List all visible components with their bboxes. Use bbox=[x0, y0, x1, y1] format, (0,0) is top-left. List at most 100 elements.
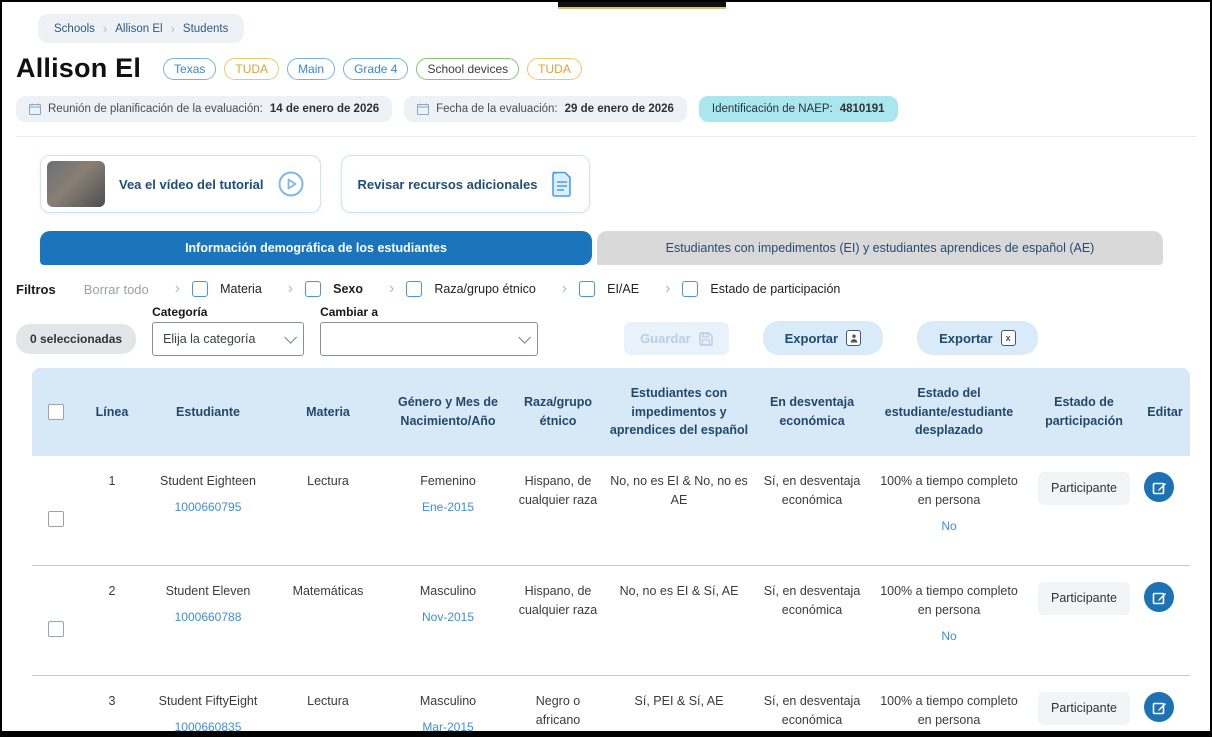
calendar-icon bbox=[29, 103, 41, 115]
category-select[interactable]: Elija la categoría bbox=[152, 322, 305, 356]
edit-icon bbox=[1152, 482, 1166, 494]
sd-ell-status: No, no es EI & Sí, AE bbox=[619, 584, 739, 598]
sd-ell-status: Sí, PEI & Sí, AE bbox=[634, 694, 724, 708]
filter-checkbox[interactable] bbox=[192, 281, 209, 297]
header-student-status: Estado del estudiante/estudiante desplaz… bbox=[884, 385, 1014, 438]
selected-count-badge: 0 seleccionadas bbox=[16, 324, 137, 354]
breadcrumb: Schools › Allison El › Students bbox=[38, 14, 245, 43]
export-excel-icon: x bbox=[1000, 330, 1016, 346]
student-status: 100% a tiempo completo en persona bbox=[880, 474, 1018, 507]
select-all-checkbox[interactable] bbox=[48, 404, 64, 420]
filter-checkbox[interactable] bbox=[682, 281, 699, 297]
header-participation: Estado de participación bbox=[1045, 395, 1123, 428]
chevron-down-icon bbox=[518, 330, 532, 344]
video-thumbnail bbox=[47, 161, 105, 207]
line-number: 3 bbox=[108, 694, 116, 708]
student-name: Student Eighteen bbox=[160, 474, 256, 488]
page-title: Allison El bbox=[16, 53, 142, 83]
student-id-link[interactable]: 1000660795 bbox=[175, 498, 242, 516]
chevron-right-icon: › bbox=[389, 280, 395, 297]
breadcrumb-item[interactable]: Students bbox=[183, 23, 228, 35]
chevron-right-icon: › bbox=[102, 21, 108, 36]
change-to-select[interactable] bbox=[320, 322, 539, 356]
chevron-right-icon: › bbox=[174, 280, 181, 297]
student-name: Student Eleven bbox=[165, 584, 251, 598]
filter-label: Raza/grupo étnico bbox=[434, 282, 536, 296]
race-ethnicity: Hispano, de cualquier raza bbox=[518, 584, 598, 617]
participation-badge: Participante bbox=[1037, 582, 1130, 615]
save-button[interactable]: Guardar bbox=[624, 322, 729, 355]
student-status: 100% a tiempo completo en persona bbox=[880, 584, 1018, 617]
badge: School devices bbox=[416, 57, 520, 80]
export-excel-button[interactable]: Exportar x bbox=[917, 321, 1038, 355]
tutorial-video-label: Vea el vídeo del tutorial bbox=[119, 176, 264, 192]
edit-icon bbox=[1152, 592, 1166, 604]
planning-date-value: 14 de enero de 2026 bbox=[269, 103, 380, 115]
badge: Main bbox=[287, 57, 336, 80]
chevron-right-icon: › bbox=[170, 21, 175, 36]
page: Schools › Allison El › Students Allison El T… bbox=[0, 0, 1212, 737]
birth-date-link[interactable]: Ene-2015 bbox=[422, 498, 474, 516]
calendar-icon bbox=[417, 103, 430, 115]
subject: Lectura bbox=[307, 694, 349, 708]
table-row: 1 Student Eighteen 1000660795 Lectura Fe… bbox=[32, 456, 1190, 566]
gender: Masculino bbox=[419, 584, 477, 598]
planning-date-label: Reunión de planificación de la evaluació… bbox=[48, 103, 263, 115]
filter-items: › Materia › Sexo › Raza/grupo étnico › EI/AE › Es… bbox=[149, 280, 841, 297]
export-pdf-label: Exportar bbox=[784, 330, 839, 346]
student-id-link[interactable]: 1000660835 bbox=[175, 718, 242, 731]
header-edit: Editar bbox=[1147, 404, 1183, 419]
displaced-link[interactable]: No bbox=[941, 517, 956, 535]
badge-list: Texas TUDA Main Grade 4 School devices TUDA bbox=[163, 57, 582, 80]
breadcrumb-item[interactable]: Schools bbox=[54, 23, 95, 35]
row-checkbox[interactable] bbox=[48, 510, 64, 527]
tutorial-video-button[interactable]: Vea el vídeo del tutorial bbox=[40, 155, 321, 213]
student-name: Student FiftyEight bbox=[158, 694, 258, 708]
change-to-label: Cambiar a bbox=[320, 305, 379, 319]
tab-bar: Información demográfica de los estudiant… bbox=[40, 231, 1196, 265]
filters-bar: Filtros Borrar todo › Materia › Sexo › Raza/g… bbox=[16, 281, 1196, 297]
edit-button[interactable] bbox=[1144, 472, 1174, 502]
race-ethnicity: Negro o africano americano, bbox=[535, 694, 581, 727]
tab-sd-ell-students[interactable]: Estudiantes con impedimentos (EI) y estu… bbox=[597, 231, 1163, 265]
birth-date-link[interactable]: Nov-2015 bbox=[422, 608, 474, 626]
chevron-right-icon: › bbox=[665, 280, 671, 297]
play-icon bbox=[278, 171, 303, 197]
export-pdf-button[interactable]: Exportar bbox=[762, 321, 884, 355]
filter-label: Estado de participación bbox=[710, 282, 841, 296]
gender: Masculino bbox=[419, 694, 477, 708]
header-student: Estudiante bbox=[176, 404, 240, 419]
edit-button[interactable] bbox=[1144, 692, 1174, 722]
edit-icon bbox=[1152, 702, 1166, 714]
subject: Lectura bbox=[307, 474, 349, 488]
filter-checkbox[interactable] bbox=[579, 281, 596, 297]
filters-title: Filtros bbox=[16, 281, 56, 297]
row-checkbox[interactable] bbox=[48, 620, 64, 637]
table-row: 2 Student Eleven 1000660788 Matemáticas … bbox=[32, 566, 1190, 676]
badge: Texas bbox=[163, 57, 217, 80]
econ-disadvantage: Sí, en desventaja económica bbox=[763, 474, 861, 507]
breadcrumb-item[interactable]: Allison El bbox=[115, 23, 162, 35]
line-number: 2 bbox=[108, 584, 116, 598]
tab-student-demographics[interactable]: Información demográfica de los estudiant… bbox=[40, 231, 592, 265]
row-checkbox[interactable] bbox=[48, 730, 64, 731]
top-strip bbox=[558, 2, 726, 9]
assessment-date-label: Fecha de la evaluación: bbox=[436, 103, 558, 115]
clear-all-button[interactable]: Borrar todo bbox=[84, 282, 149, 297]
edit-button[interactable] bbox=[1144, 582, 1174, 612]
category-label: Categoría bbox=[152, 305, 208, 319]
additional-resources-button[interactable]: Revisar recursos adicionales bbox=[340, 155, 591, 213]
header-subject: Materia bbox=[306, 404, 350, 419]
naep-id-pill: Identificación de NAEP: 4810191 bbox=[698, 96, 898, 122]
birth-date-link[interactable]: Mar-2015 bbox=[422, 718, 473, 731]
export-excel-label: Exportar bbox=[939, 330, 993, 346]
filter-label: Materia bbox=[220, 282, 262, 296]
displaced-link[interactable]: No bbox=[941, 627, 956, 645]
filter-checkbox[interactable] bbox=[406, 281, 423, 297]
header-gender-birth: Género y Mes de Nacimiento/Año bbox=[397, 395, 499, 428]
category-select-value: Elija la categoría bbox=[163, 332, 256, 346]
student-id-link[interactable]: 1000660788 bbox=[175, 608, 242, 626]
filter-checkbox[interactable] bbox=[305, 281, 322, 297]
students-table: Línea Estudiante Materia Género y Mes de… bbox=[32, 368, 1190, 731]
info-row: Reunión de planificación de la evaluació… bbox=[16, 96, 1196, 137]
